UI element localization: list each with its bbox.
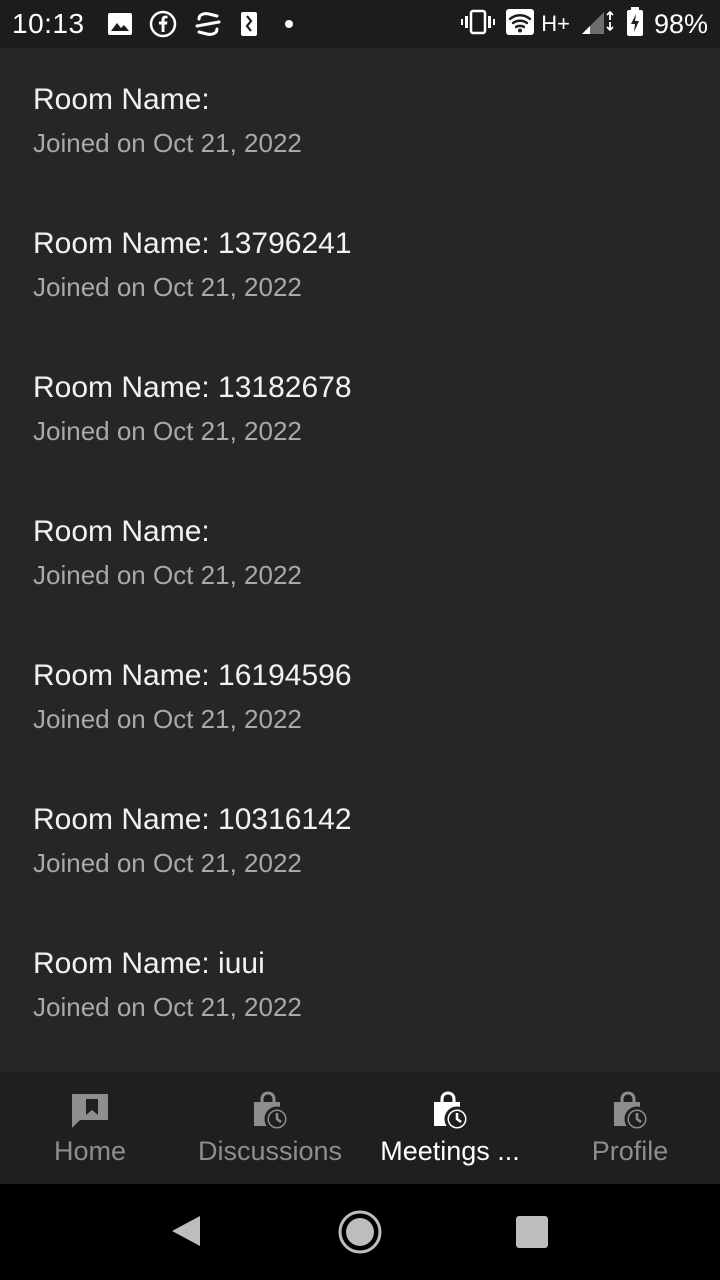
- home-icon[interactable]: [337, 1209, 383, 1255]
- room-name: Room Name: 10316142: [33, 803, 352, 836]
- room-joined-date: Joined on Oct 21, 2022: [33, 128, 302, 158]
- room-joined-date: Joined on Oct 21, 2022: [33, 848, 302, 878]
- nav-label-home: Home: [53, 1136, 127, 1166]
- status-time: 10:13: [12, 8, 85, 39]
- network-type: H+: [541, 11, 570, 36]
- nav-label-profile: Profile: [591, 1136, 669, 1166]
- room-joined-date: Joined on Oct 21, 2022: [33, 272, 302, 302]
- system-status-icons: H+ 98%: [461, 6, 708, 42]
- bag-clock-icon: [434, 1091, 470, 1132]
- room-joined-date: Joined on Oct 21, 2022: [33, 560, 302, 590]
- room-list-item[interactable]: Room Name: 13182678 Joined on Oct 21, 20…: [0, 336, 720, 480]
- room-joined-date: Joined on Oct 21, 2022: [33, 704, 302, 734]
- feedback-bookmark-icon: [72, 1094, 108, 1128]
- battery-charging-icon: [626, 6, 644, 42]
- room-list-item[interactable]: Room Name: Joined on Oct 21, 2022: [0, 48, 720, 192]
- nav-label-meetings: Meetings ...: [380, 1136, 520, 1166]
- room-list-item[interactable]: Room Name: Joined on Oct 21, 2022: [0, 480, 720, 624]
- nav-tab-discussions[interactable]: Discussions: [180, 1072, 360, 1184]
- image-icon: [107, 11, 133, 37]
- room-list-item[interactable]: Room Name: 13796241 Joined on Oct 21, 20…: [0, 192, 720, 336]
- recents-icon[interactable]: [516, 1216, 548, 1248]
- room-list-item[interactable]: Room Name: 16194596 Joined on Oct 21, 20…: [0, 624, 720, 768]
- battery-percent: 98%: [653, 8, 708, 39]
- room-list-item[interactable]: Room Name: 10316142 Joined on Oct 21, 20…: [0, 768, 720, 912]
- room-list-item[interactable]: Room Name: iuui Joined on Oct 21, 2022: [0, 912, 720, 1056]
- back-icon[interactable]: [170, 1214, 202, 1248]
- swiftkey-icon: [193, 10, 223, 38]
- room-name: Room Name:: [33, 515, 210, 548]
- nav-tab-home[interactable]: Home: [0, 1072, 180, 1184]
- room-joined-date: Joined on Oct 21, 2022: [33, 992, 302, 1022]
- app-screen: 10:13 H+ 98% Room Name: Joined on Oct 21…: [0, 0, 720, 1280]
- notification-icons: [107, 10, 293, 38]
- meetings-list: Room Name: Joined on Oct 21, 2022 Room N…: [0, 48, 720, 1072]
- vibrate-icon: [461, 9, 496, 40]
- room-name: Room Name: 13796241: [33, 227, 352, 260]
- system-navigation-bar: [0, 1184, 720, 1280]
- bottom-navigation: Home Discussions Meetings ... Profile: [0, 1072, 720, 1184]
- facebook-icon: [149, 10, 177, 38]
- room-name: Room Name: 13182678: [33, 371, 352, 404]
- nav-tab-meetings[interactable]: Meetings ...: [360, 1072, 540, 1184]
- room-joined-date: Joined on Oct 21, 2022: [33, 416, 302, 446]
- wifi-icon: [505, 8, 535, 41]
- status-bar: 10:13 H+ 98%: [0, 0, 720, 48]
- signal-icon: [580, 8, 616, 41]
- bag-clock-icon: [254, 1091, 290, 1132]
- app-icon: [239, 10, 259, 38]
- nav-tab-profile[interactable]: Profile: [540, 1072, 720, 1184]
- more-notifications-dot: [284, 20, 293, 28]
- bag-clock-icon: [614, 1091, 650, 1132]
- room-name: Room Name: iuui: [33, 947, 265, 980]
- room-name: Room Name: 16194596: [33, 659, 352, 692]
- nav-label-discussions: Discussions: [197, 1136, 343, 1166]
- room-name: Room Name:: [33, 83, 210, 116]
